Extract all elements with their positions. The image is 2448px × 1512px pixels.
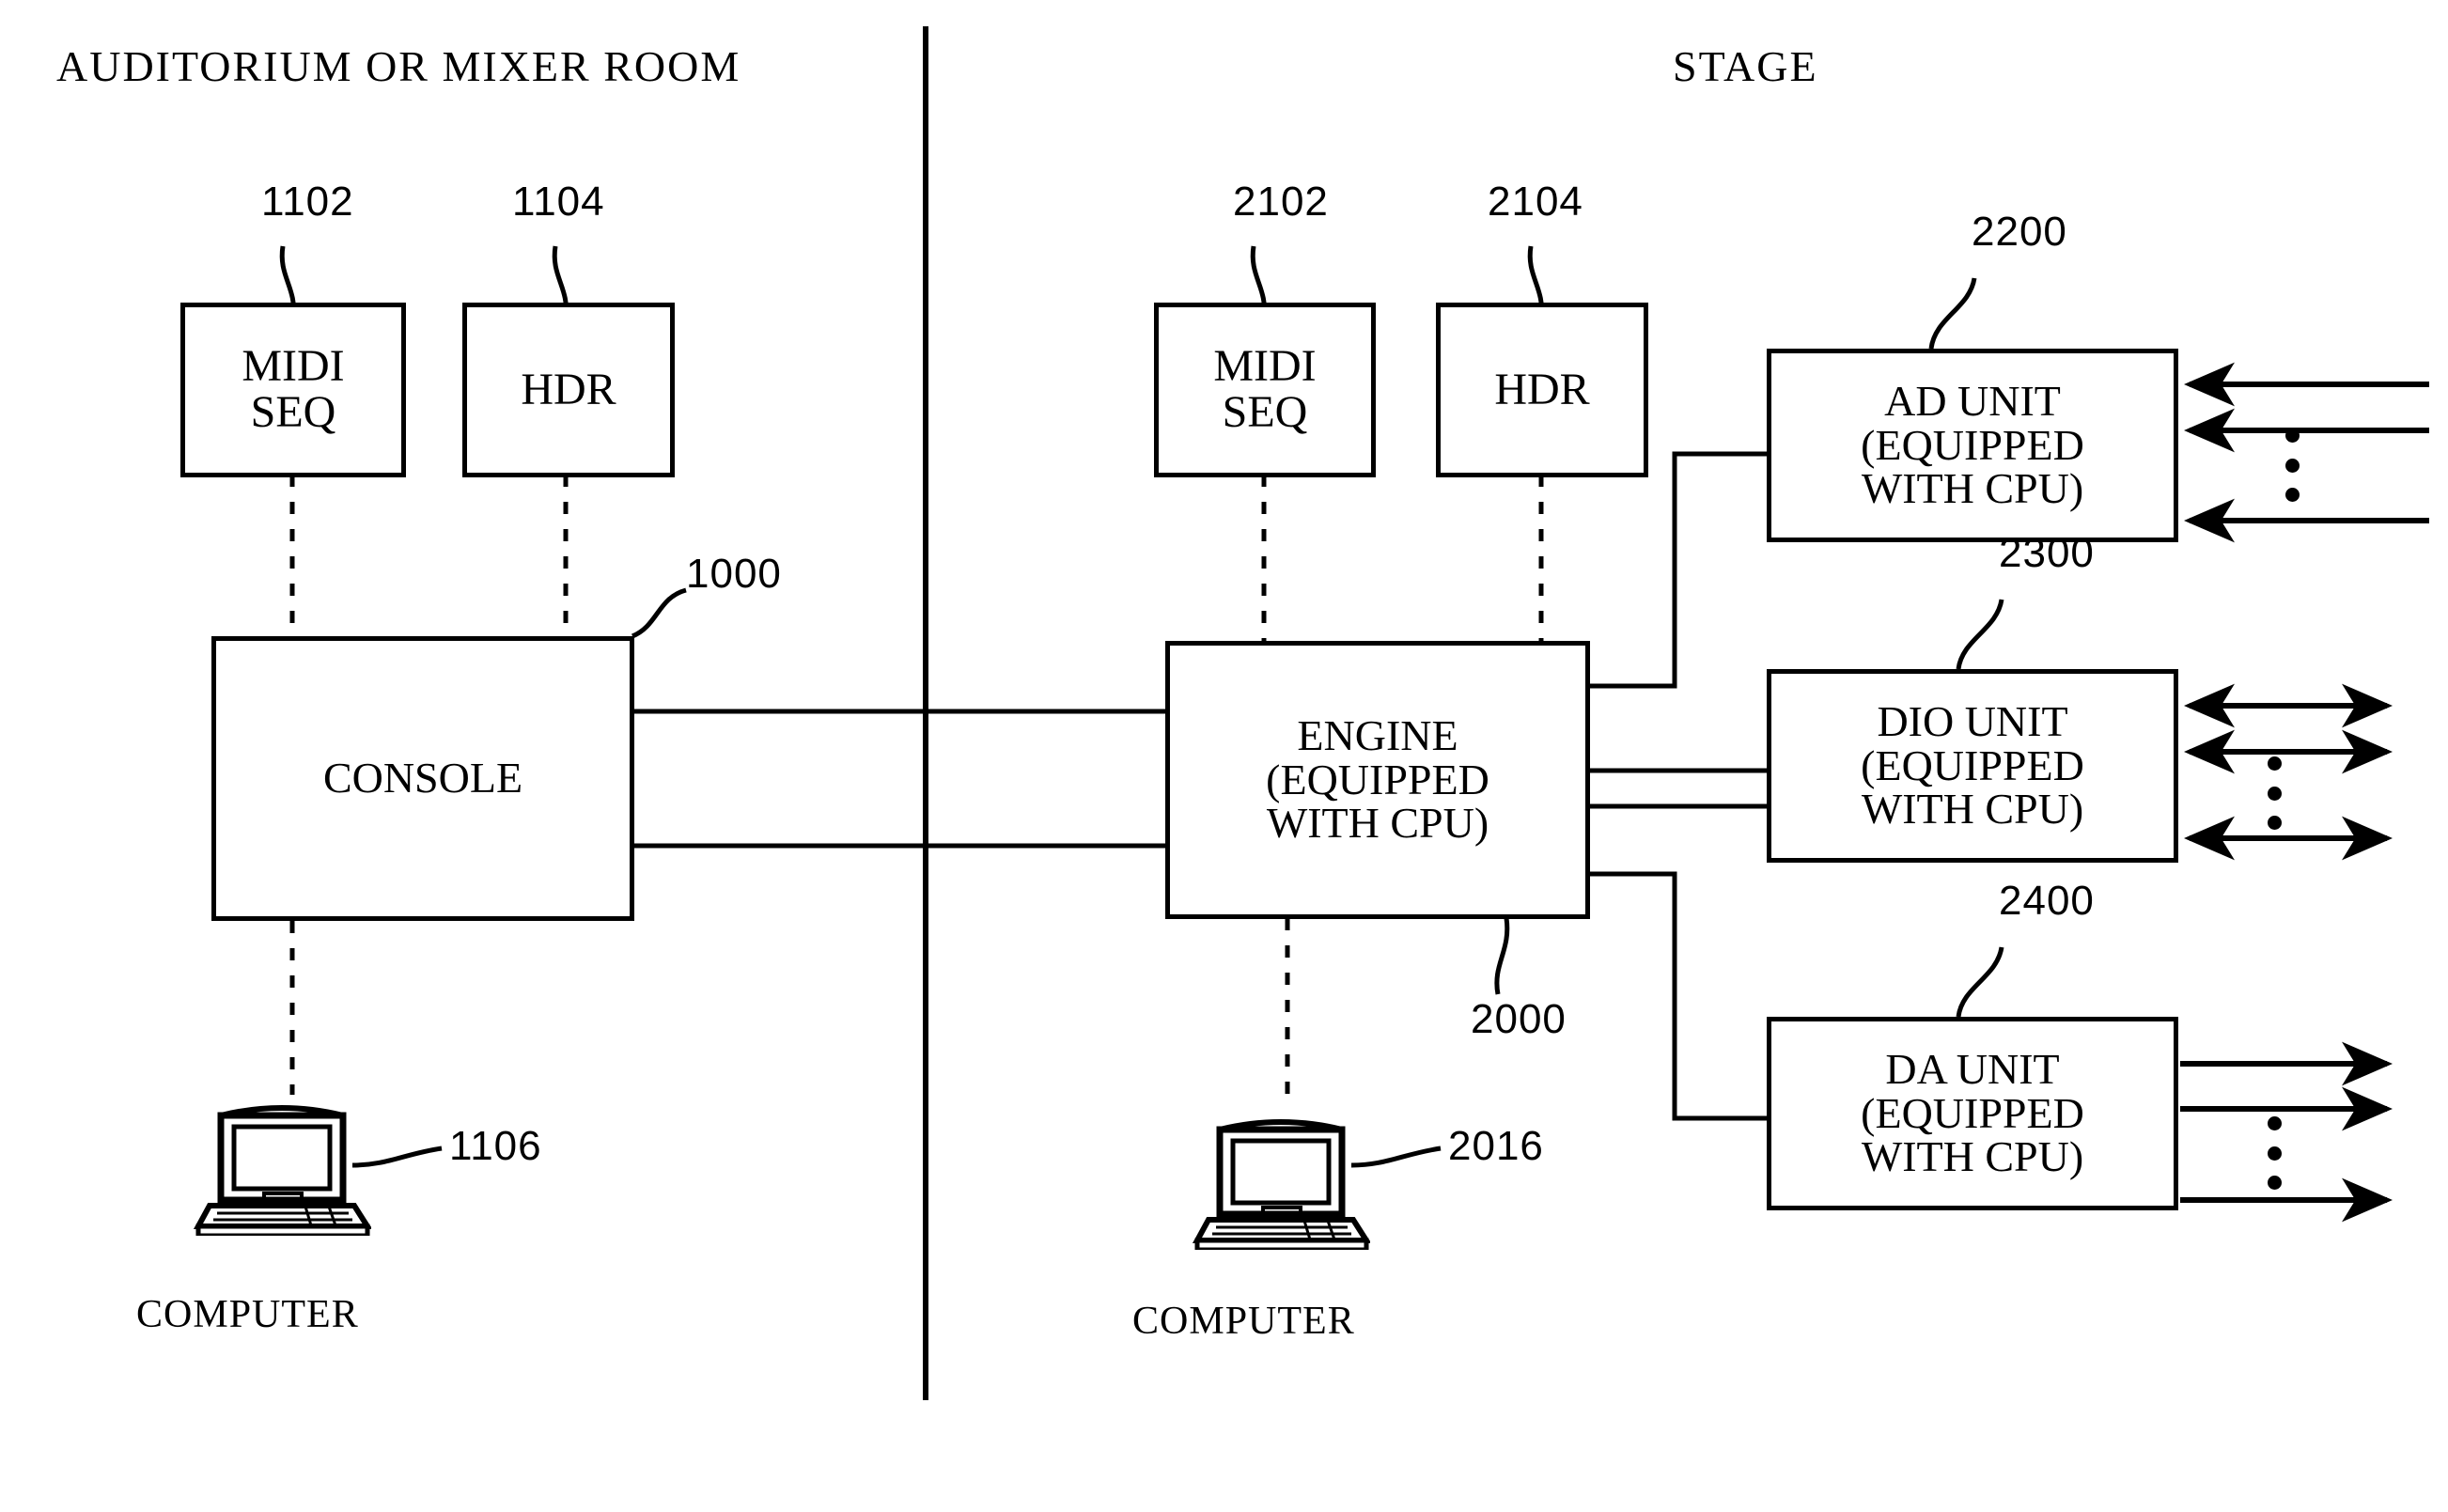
box-da-unit-line3: WITH CPU)	[1861, 1132, 2084, 1181]
box-dio-unit-line1: DIO UNIT	[1877, 696, 2068, 745]
box-engine-line1: ENGINE	[1297, 710, 1458, 759]
ref-numeral-1106: 1106	[449, 1123, 542, 1169]
box-engine[interactable]: ENGINE (EQUIPPED WITH CPU)	[1165, 641, 1590, 919]
engine-ad-link	[1587, 451, 1767, 689]
box-midi-seq-right-line1: MIDI	[1213, 341, 1317, 392]
ref-numeral-2200: 2200	[1972, 209, 2067, 255]
box-midi-seq-left-line2: SEQ	[250, 387, 336, 437]
box-dio-unit-line2: (EQUIPPED	[1861, 740, 2084, 789]
box-engine-line2: (EQUIPPED	[1266, 755, 1489, 803]
box-midi-seq-left-line1: MIDI	[242, 341, 345, 392]
box-da-unit[interactable]: DA UNIT (EQUIPPED WITH CPU)	[1767, 1017, 2178, 1210]
box-ad-unit-line1: AD UNIT	[1884, 376, 2061, 425]
box-dio-unit-line3: WITH CPU)	[1861, 785, 2084, 834]
leader-2200	[1928, 277, 1977, 350]
box-hdr-right-label: HDR	[1494, 364, 1590, 414]
ad-unit-ellipsis-dots	[2285, 429, 2300, 502]
dio-unit-ellipsis-dots	[2268, 756, 2282, 830]
leader-2300	[1956, 599, 2004, 670]
box-hdr-left-label: HDR	[521, 364, 616, 414]
box-dio-unit[interactable]: DIO UNIT (EQUIPPED WITH CPU)	[1767, 669, 2178, 863]
ref-numeral-2104: 2104	[1488, 179, 1583, 225]
caption-computer-right: COMPUTER	[1132, 1300, 1355, 1343]
caption-computer-left: COMPUTER	[136, 1293, 359, 1336]
box-console[interactable]: CONSOLE	[211, 636, 634, 921]
leader-1000	[631, 587, 687, 639]
box-da-unit-line1: DA UNIT	[1885, 1044, 2060, 1093]
box-hdr-right[interactable]: HDR	[1436, 303, 1648, 477]
ref-numeral-1102: 1102	[261, 179, 354, 225]
computer-icon-left[interactable]	[193, 1095, 373, 1239]
box-midi-seq-left[interactable]: MIDI SEQ	[180, 303, 406, 477]
leader-2400	[1956, 946, 2004, 1018]
leader-2000	[1494, 917, 1510, 995]
ref-numeral-2102: 2102	[1233, 179, 1329, 225]
ref-numeral-1104: 1104	[512, 179, 605, 225]
region-title-stage: STAGE	[1673, 42, 1818, 90]
engine-da-link	[1587, 871, 1767, 1121]
box-engine-line3: WITH CPU)	[1266, 799, 1489, 848]
box-da-unit-line2: (EQUIPPED	[1861, 1088, 2084, 1137]
box-hdr-left[interactable]: HDR	[462, 303, 675, 477]
box-midi-seq-right[interactable]: MIDI SEQ	[1154, 303, 1376, 477]
ref-numeral-1000: 1000	[686, 551, 782, 597]
box-midi-seq-right-line2: SEQ	[1222, 387, 1308, 437]
ref-numeral-2400: 2400	[1999, 878, 2095, 924]
ref-numeral-2016: 2016	[1448, 1123, 1544, 1169]
box-ad-unit[interactable]: AD UNIT (EQUIPPED WITH CPU)	[1767, 349, 2178, 542]
box-console-label: CONSOLE	[322, 754, 523, 803]
box-ad-unit-line3: WITH CPU)	[1861, 464, 2084, 513]
ref-numeral-2300: 2300	[1999, 530, 2095, 576]
patent-figure: AUDITORIUM OR MIXER ROOM STAGE MIDI SEQ …	[0, 0, 2448, 1512]
box-ad-unit-line2: (EQUIPPED	[1861, 420, 2084, 469]
ref-numeral-2000: 2000	[1471, 996, 1567, 1042]
computer-icon-right[interactable]	[1192, 1109, 1372, 1253]
region-title-auditorium: AUDITORIUM OR MIXER ROOM	[56, 42, 741, 90]
da-unit-ellipsis-dots	[2268, 1116, 2282, 1190]
